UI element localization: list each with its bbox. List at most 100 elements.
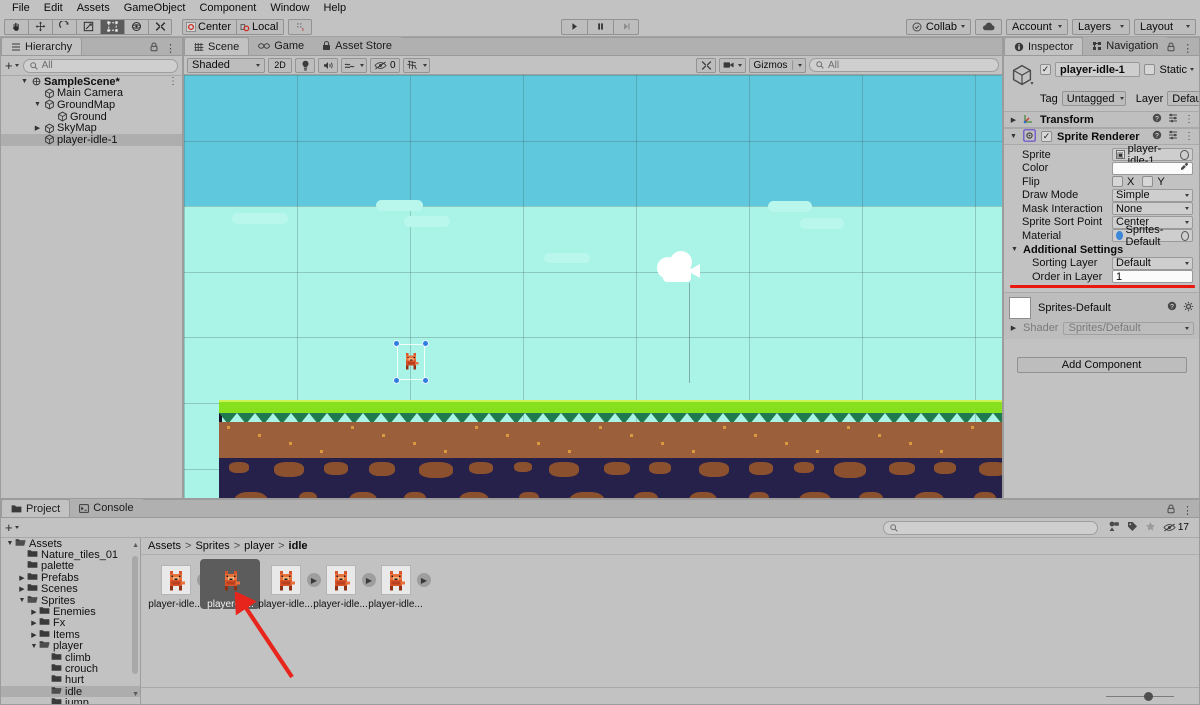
tab-navigation[interactable]: Navigation: [1083, 37, 1168, 55]
help-icon[interactable]: ?: [1152, 130, 1162, 143]
flip-y-checkbox[interactable]: [1142, 176, 1154, 188]
scene-viewport[interactable]: [184, 75, 1002, 498]
gear-icon[interactable]: [1183, 301, 1194, 315]
project-folder-scenes[interactable]: ▶ Scenes: [1, 583, 140, 595]
static-label-group[interactable]: Static: [1159, 64, 1194, 76]
project-folder-enemies[interactable]: ▶ Enemies: [1, 606, 140, 618]
custom-tool-button[interactable]: [148, 18, 172, 35]
play-button[interactable]: [561, 18, 587, 35]
main-camera-gizmo-icon[interactable]: [650, 251, 710, 292]
chevron-down-icon[interactable]: ▼: [19, 78, 30, 85]
layer-dropdown[interactable]: Default: [1167, 91, 1199, 106]
transform-tool-button[interactable]: [124, 18, 148, 35]
chevron-right-icon[interactable]: ▶: [29, 608, 39, 616]
scene-menu-icon[interactable]: ⋮: [168, 76, 178, 87]
hierarchy-menu-icon[interactable]: ⋮: [165, 42, 176, 55]
menu-item-gameobject[interactable]: GameObject: [117, 0, 193, 17]
space-mode-button[interactable]: Local: [236, 18, 285, 35]
pause-button[interactable]: [587, 18, 613, 35]
project-hidden-count[interactable]: 17: [1163, 522, 1189, 533]
color-field[interactable]: [1112, 161, 1193, 175]
chevron-down-icon[interactable]: ▼: [5, 540, 15, 547]
chevron-down-icon[interactable]: ▼: [32, 101, 43, 108]
project-tree-scrollbar[interactable]: [132, 556, 138, 674]
menu-item-help[interactable]: Help: [316, 0, 353, 17]
lock-icon[interactable]: [150, 42, 158, 55]
asset-item[interactable]: player-id...: [200, 559, 260, 610]
project-folder-tree[interactable]: ▼ Assets Nature_tiles_01 palette ▶ Prefabs ▶ Sc…: [1, 538, 141, 704]
breadcrumb-item-sprites[interactable]: Sprites: [195, 540, 229, 552]
hand-tool-button[interactable]: [4, 18, 28, 35]
object-name-input[interactable]: player-idle-1: [1055, 62, 1141, 77]
gizmos-dropdown[interactable]: Gizmos |: [749, 57, 806, 73]
chevron-right-icon[interactable]: ▶: [32, 124, 43, 132]
step-button[interactable]: [613, 18, 639, 35]
menu-item-window[interactable]: Window: [263, 0, 316, 17]
resize-handle-tr[interactable]: [422, 340, 429, 347]
scroll-up-arrow[interactable]: ▲: [132, 542, 139, 549]
chevron-right-icon[interactable]: ▶: [17, 585, 27, 593]
static-checkbox[interactable]: [1144, 64, 1156, 75]
scene-search-input[interactable]: All: [809, 58, 999, 72]
breadcrumb-item-assets[interactable]: Assets: [148, 540, 181, 552]
collab-button[interactable]: Collab: [905, 18, 971, 35]
hierarchy-item-main-camera[interactable]: Main Camera: [1, 87, 182, 99]
hierarchy-item-player-idle-1[interactable]: player-idle-1: [1, 134, 182, 146]
scene-visibility-button[interactable]: 0: [370, 57, 400, 73]
project-folder-palette[interactable]: palette: [1, 560, 140, 572]
tab-inspector[interactable]: Inspector: [1004, 37, 1084, 55]
project-folder-jump[interactable]: jump: [1, 697, 140, 704]
resize-handle-br[interactable]: [422, 377, 429, 384]
chevron-right-icon[interactable]: ▶: [29, 619, 39, 627]
menu-item-assets[interactable]: Assets: [70, 0, 117, 17]
hierarchy-item-skymap[interactable]: ▶ SkyMap: [1, 122, 182, 134]
preset-icon[interactable]: [1168, 130, 1178, 143]
lock-icon[interactable]: [1167, 504, 1175, 517]
chevron-down-icon[interactable]: ▼: [29, 643, 39, 650]
tab-project[interactable]: Project: [1, 499, 71, 517]
scene-camera-settings-button[interactable]: [696, 57, 717, 73]
tab-hierarchy[interactable]: Hierarchy: [1, 37, 83, 55]
filter-by-type-icon[interactable]: [1108, 521, 1120, 535]
rect-tool-button[interactable]: [100, 18, 124, 35]
help-icon[interactable]: ?: [1167, 301, 1177, 314]
sprite-renderer-enabled-checkbox[interactable]: ✓: [1041, 131, 1052, 142]
inspector-menu-icon[interactable]: ⋮: [1182, 42, 1193, 55]
preset-icon[interactable]: [1168, 113, 1178, 126]
selected-sprite-gizmo[interactable]: [393, 340, 429, 384]
chevron-down-icon[interactable]: ▼: [1009, 133, 1018, 140]
chevron-right-icon[interactable]: ▶: [1009, 116, 1018, 124]
resize-handle-bl[interactable]: [393, 377, 400, 384]
sprite-object-field[interactable]: ▣ player-idle-1: [1112, 143, 1193, 167]
asset-item[interactable]: ▶ player-idle...: [368, 565, 431, 610]
project-folder-climb[interactable]: climb: [1, 652, 140, 664]
asset-item[interactable]: ▶ player-idle...: [258, 565, 321, 610]
tab-scene[interactable]: Scene: [184, 37, 250, 55]
cloud-button[interactable]: [975, 18, 1002, 35]
slider-knob[interactable]: [1144, 691, 1153, 701]
asset-item[interactable]: ▶ player-idle...: [313, 565, 376, 610]
pivot-mode-button[interactable]: Center: [182, 18, 237, 35]
project-folder-idle[interactable]: idle: [1, 686, 140, 698]
shader-dropdown[interactable]: Sprites/Default: [1063, 321, 1194, 335]
asset-grid[interactable]: ◀player-idle...player-id... ▶ player-idle.…: [141, 555, 1199, 610]
project-folder-nature-tiles-01[interactable]: Nature_tiles_01: [1, 549, 140, 561]
shading-mode-dropdown[interactable]: Shaded: [187, 57, 265, 73]
project-menu-icon[interactable]: ⋮: [1182, 504, 1193, 517]
lock-icon[interactable]: [1167, 42, 1175, 55]
tag-dropdown[interactable]: Untagged: [1061, 91, 1126, 106]
help-icon[interactable]: ?: [1152, 113, 1162, 126]
object-picker-icon[interactable]: [1181, 230, 1189, 241]
component-menu-icon[interactable]: ⋮: [1184, 114, 1194, 125]
layout-button[interactable]: Layout: [1134, 18, 1196, 35]
material-object-field[interactable]: Sprites-Default: [1112, 224, 1193, 248]
move-tool-button[interactable]: [28, 18, 52, 35]
breadcrumb-item-idle[interactable]: idle: [289, 540, 308, 552]
toggle-2d-button[interactable]: 2D: [268, 57, 292, 73]
hierarchy-search-input[interactable]: All: [22, 58, 178, 73]
menu-item-file[interactable]: File: [5, 0, 37, 17]
eyedropper-icon[interactable]: [1180, 162, 1189, 174]
object-picker-icon[interactable]: [1180, 149, 1189, 160]
rotate-tool-button[interactable]: [52, 18, 76, 35]
project-folder-player[interactable]: ▼ player: [1, 640, 140, 652]
